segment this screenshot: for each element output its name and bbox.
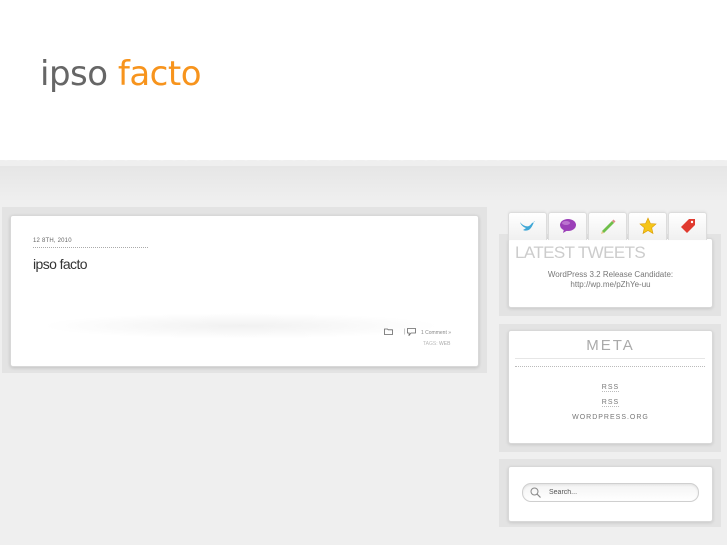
star-icon xyxy=(639,217,657,235)
tab-comments[interactable] xyxy=(548,212,587,240)
meta-divider-dotted xyxy=(515,366,705,367)
bird-icon xyxy=(520,221,535,231)
tweet-text[interactable]: WordPress 3.2 Release Candidate: http://… xyxy=(509,270,712,290)
tags-label: TAGS: xyxy=(423,341,438,347)
folder-icon xyxy=(384,328,393,335)
tweets-title: LATEST TWEETS xyxy=(515,243,646,262)
meta-divider xyxy=(515,358,705,359)
search-widget xyxy=(508,466,713,522)
search-icon xyxy=(530,487,541,498)
post-card: 12 8TH, 2010 ipso facto | 1 Comment » TA… xyxy=(10,215,479,367)
tweet-link[interactable]: http://wp.me/pZhYe-uu xyxy=(509,280,712,290)
tweets-widget: LATEST TWEETS WordPress 3.2 Release Cand… xyxy=(508,238,713,308)
meta-widget: META RSS RSS WORDPRESS.ORG xyxy=(508,330,713,444)
logo-word-ipso: ipso xyxy=(40,54,108,94)
tab-favorites[interactable] xyxy=(628,212,667,240)
post-date-divider xyxy=(33,247,148,248)
comment-icon xyxy=(407,328,416,336)
tab-tweets[interactable] xyxy=(508,212,547,240)
meta-link-rss-entries[interactable]: RSS xyxy=(509,384,712,392)
tag-icon xyxy=(681,219,695,233)
comments-link[interactable]: 1 Comment » xyxy=(421,330,451,336)
tag-link[interactable]: WEB xyxy=(439,341,450,347)
meta-link-wordpress[interactable]: WORDPRESS.ORG xyxy=(509,414,712,421)
site-logo[interactable]: ipso facto xyxy=(40,52,202,96)
post-shadow-divider xyxy=(41,313,441,339)
tweet-line-1: WordPress 3.2 Release Candidate: xyxy=(547,270,674,279)
speech-bubble-icon xyxy=(560,219,576,233)
logo-word-facto: facto xyxy=(117,54,202,94)
pencil-icon xyxy=(601,219,616,234)
meta-title: META xyxy=(586,337,635,354)
post-tags: TAGS: WEB xyxy=(423,341,450,347)
meta-separator: | xyxy=(404,329,406,335)
tab-tags[interactable] xyxy=(668,212,707,240)
post-date: 12 8TH, 2010 xyxy=(33,238,72,244)
site-header: ipso facto xyxy=(0,0,727,160)
header-band xyxy=(0,166,727,202)
sidebar-tabs xyxy=(508,212,708,240)
tab-posts[interactable] xyxy=(588,212,627,240)
post-title[interactable]: ipso facto xyxy=(33,256,88,272)
search-field[interactable] xyxy=(522,483,699,502)
meta-link-rss-comments[interactable]: RSS xyxy=(509,399,712,407)
search-input[interactable] xyxy=(549,486,689,498)
